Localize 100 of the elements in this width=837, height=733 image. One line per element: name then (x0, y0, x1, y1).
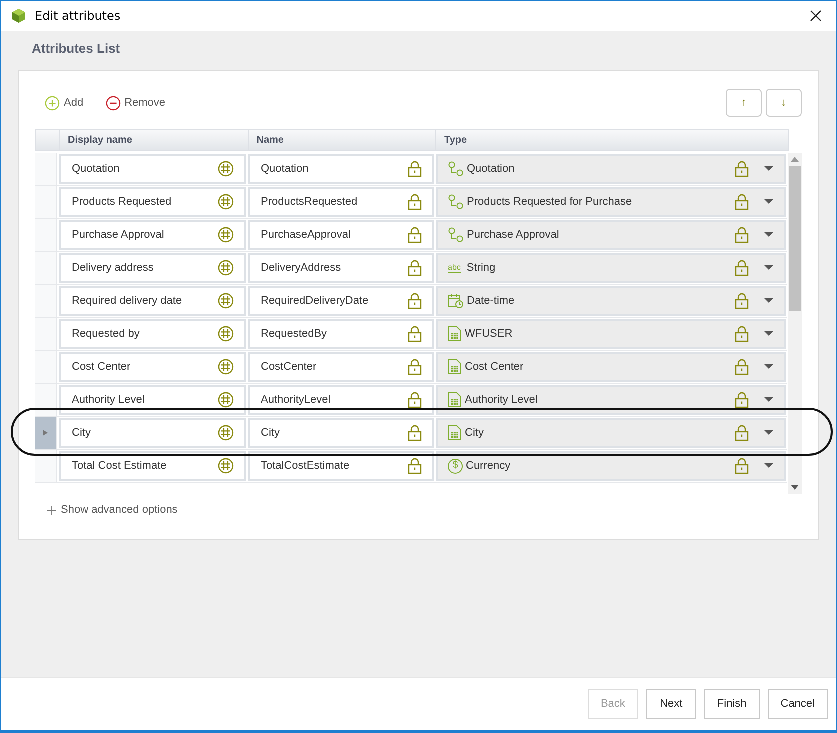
column-header[interactable]: Name (248, 130, 436, 150)
display-name-field[interactable]: Purchase Approval (59, 220, 246, 250)
lock-icon (735, 293, 749, 309)
lock-icon (735, 458, 749, 474)
name-field[interactable]: Quotation (248, 154, 434, 184)
globe-icon (218, 194, 234, 210)
lock-icon (735, 194, 749, 210)
name-field[interactable]: TotalCostEstimate (248, 451, 434, 481)
window-title: Edit attributes (35, 9, 121, 23)
name-field[interactable]: AuthorityLevel (248, 385, 434, 415)
globe-icon (218, 161, 234, 177)
caret-icon (764, 430, 774, 436)
minus-icon (106, 96, 121, 110)
footer-button[interactable]: Cancel (768, 689, 828, 719)
plus-icon (47, 506, 56, 514)
lock-icon (408, 326, 422, 342)
lock-icon (408, 293, 422, 309)
display-name-field[interactable]: Required delivery date (59, 286, 246, 316)
type-dropdown[interactable]: $ Currency (436, 451, 786, 481)
type-dropdown[interactable]: Date-time (436, 286, 786, 316)
add-button[interactable]: Add (45, 96, 84, 110)
globe-icon (218, 227, 234, 243)
type-dropdown[interactable]: WFUSER (436, 319, 786, 349)
currency-icon: $ (448, 458, 463, 474)
name-field[interactable]: RequiredDeliveryDate (248, 286, 434, 316)
type-dropdown[interactable]: Products Requested for Purchase (436, 187, 786, 217)
globe-icon (218, 260, 234, 276)
row-selector[interactable] (35, 384, 57, 416)
caret-icon (764, 364, 774, 370)
plus-icon (45, 96, 60, 110)
lock-icon (408, 227, 422, 243)
name-field[interactable]: ProductsRequested (248, 187, 434, 217)
column-header[interactable]: Display name (60, 130, 249, 150)
name-field[interactable]: PurchaseApproval (248, 220, 434, 250)
type-dropdown[interactable]: Purchase Approval (436, 220, 786, 250)
table-icon (448, 425, 462, 441)
footer-button[interactable]: Next (646, 689, 696, 719)
caret-icon (764, 331, 774, 337)
scroll-up-icon (791, 157, 799, 162)
caret-icon (764, 397, 774, 403)
caret-icon (764, 166, 774, 172)
current-row-icon (43, 430, 48, 436)
globe-icon (218, 392, 234, 408)
type-dropdown[interactable]: Authority Level (436, 385, 786, 415)
display-name-field[interactable]: Quotation (59, 154, 246, 184)
scrollbar[interactable] (788, 153, 802, 494)
type-dropdown[interactable]: City (436, 418, 786, 448)
display-name-field[interactable]: Delivery address (59, 253, 246, 283)
table-icon (448, 359, 462, 375)
lock-icon (408, 260, 422, 276)
display-name-field[interactable]: City (59, 418, 246, 448)
name-field[interactable]: DeliveryAddress (248, 253, 434, 283)
caret-icon (764, 199, 774, 205)
column-header[interactable]: Type (436, 130, 788, 150)
globe-icon (218, 425, 234, 441)
caret-icon (764, 265, 774, 271)
process-icon (448, 227, 464, 243)
lock-icon (735, 392, 749, 408)
type-dropdown[interactable]: abc String (436, 253, 786, 283)
cube-icon (11, 8, 27, 24)
lock-icon (408, 194, 422, 210)
lock-icon (735, 425, 749, 441)
lock-icon (735, 227, 749, 243)
type-dropdown[interactable]: Cost Center (436, 352, 786, 382)
globe-icon (218, 293, 234, 309)
display-name-field[interactable]: Authority Level (59, 385, 246, 415)
table-icon (448, 326, 462, 342)
name-field[interactable]: CostCenter (248, 352, 434, 382)
lock-icon (735, 359, 749, 375)
type-dropdown[interactable]: Quotation (436, 154, 786, 184)
remove-button[interactable]: Remove (106, 96, 166, 110)
lock-icon (735, 161, 749, 177)
globe-icon (218, 458, 234, 474)
caret-icon (764, 463, 774, 469)
process-icon (448, 161, 464, 177)
table-icon (448, 392, 462, 408)
display-name-field[interactable]: Cost Center (59, 352, 246, 382)
name-field[interactable]: RequestedBy (248, 319, 434, 349)
move-up-button[interactable]: ↑ (726, 89, 762, 117)
lock-icon (735, 326, 749, 342)
display-name-field[interactable]: Total Cost Estimate (59, 451, 246, 481)
process-icon (448, 194, 464, 210)
row-selector[interactable] (35, 450, 57, 482)
calendar-clock-icon (448, 293, 464, 309)
footer-button[interactable]: Finish (704, 689, 760, 719)
display-name-field[interactable]: Products Requested (59, 187, 246, 217)
globe-icon (218, 326, 234, 342)
move-down-button[interactable]: ↓ (766, 89, 802, 117)
lock-icon (408, 458, 422, 474)
lock-icon (408, 359, 422, 375)
display-name-field[interactable]: Requested by (59, 319, 246, 349)
caret-icon (764, 298, 774, 304)
scroll-down-icon (791, 485, 799, 490)
close-icon (810, 10, 822, 22)
name-field[interactable]: City (248, 418, 434, 448)
lock-icon (408, 161, 422, 177)
section-title: Attributes List (31, 40, 122, 58)
globe-icon (218, 359, 234, 375)
caret-icon (764, 232, 774, 238)
show-advanced-options-link[interactable]: Show advanced options (35, 504, 178, 516)
